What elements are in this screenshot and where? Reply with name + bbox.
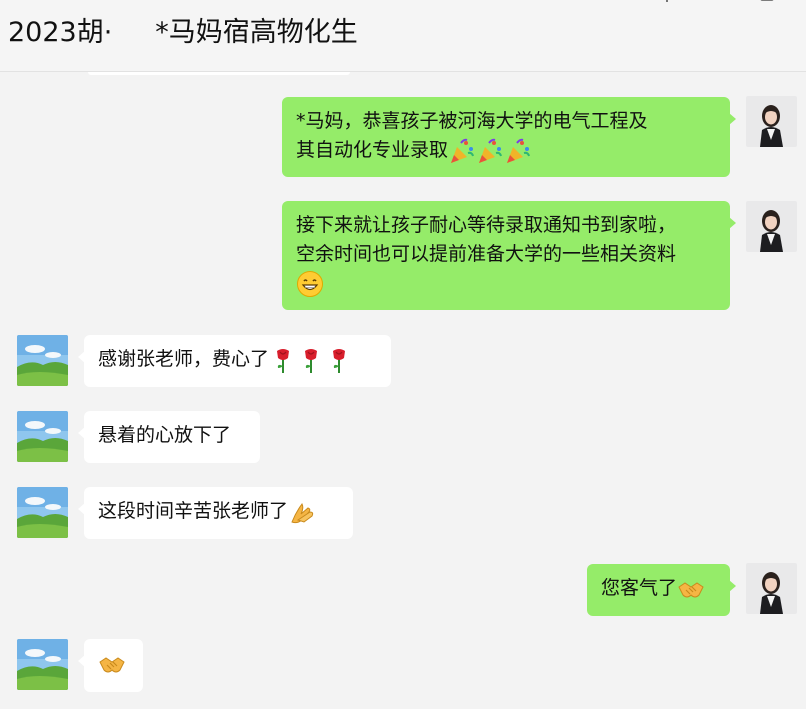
- handshake-icon: [98, 650, 126, 678]
- party-popper-icon: [504, 137, 532, 165]
- folded-hands-icon: [288, 498, 316, 526]
- bubble-tail: [729, 580, 736, 592]
- parent-avatar[interactable]: [17, 411, 68, 462]
- message-text: 这段时间辛苦张老师了: [98, 500, 289, 522]
- message-text: 您客气了: [601, 577, 678, 599]
- rose-icon: [269, 346, 297, 374]
- previous-message-edge: [88, 72, 350, 75]
- message-bubble-in[interactable]: 感谢张老师，费心了: [78, 335, 391, 387]
- message-text: 悬着的心放下了: [98, 424, 232, 446]
- teacher-avatar[interactable]: [746, 201, 797, 252]
- message-bubble-in[interactable]: 悬着的心放下了: [78, 411, 260, 463]
- teacher-avatar[interactable]: [746, 96, 797, 147]
- rose-icon: [297, 346, 325, 374]
- handshake-icon: [677, 575, 705, 603]
- message-bubble-out[interactable]: *马妈，恭喜孩子被河海大学的电气工程及 其自动化专业录取: [282, 97, 736, 177]
- party-popper-icon: [476, 137, 504, 165]
- bubble-tail: [729, 113, 736, 125]
- bubble-tail: [78, 503, 85, 515]
- message-bubble-in[interactable]: 这段时间辛苦张老师了: [78, 487, 353, 539]
- bubble-tail: [78, 655, 85, 667]
- parent-avatar[interactable]: [17, 639, 68, 690]
- message-text: 感谢张老师，费心了: [98, 348, 270, 370]
- chat-header: 2023胡· *马妈宿高物化生: [0, 0, 806, 72]
- bubble-tail: [78, 427, 85, 439]
- more-icon[interactable]: [760, 0, 774, 6]
- bubble-tail: [78, 351, 85, 363]
- parent-avatar[interactable]: [17, 487, 68, 538]
- chat-title: 2023胡· *马妈宿高物化生: [8, 17, 358, 48]
- message-bubble-in[interactable]: [78, 639, 143, 692]
- bubble-tail: [729, 217, 736, 229]
- grin-icon: [296, 270, 324, 298]
- message-bubble-out[interactable]: 您客气了: [587, 564, 736, 616]
- message-text: 接下来就让孩子耐心等待录取通知书到家啦，: [296, 214, 677, 236]
- message-text: 其自动化专业录取: [296, 139, 449, 161]
- message-text: 空余时间也可以提前准备大学的一些相关资料: [296, 243, 677, 265]
- message-text: *马妈，恭喜孩子被河海大学的电气工程及: [296, 110, 648, 132]
- party-popper-icon: [448, 137, 476, 165]
- message-bubble-out[interactable]: 接下来就让孩子耐心等待录取通知书到家啦， 空余时间也可以提前准备大学的一些相关资…: [282, 201, 736, 310]
- pin-icon[interactable]: [660, 0, 674, 6]
- parent-avatar[interactable]: [17, 335, 68, 386]
- teacher-avatar[interactable]: [746, 563, 797, 614]
- rose-icon: [325, 346, 353, 374]
